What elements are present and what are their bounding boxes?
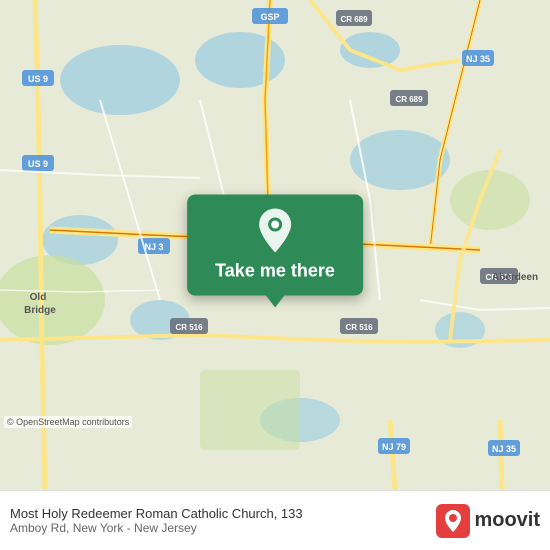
svg-text:GSP: GSP xyxy=(260,12,279,22)
bottom-text: Most Holy Redeemer Roman Catholic Church… xyxy=(10,506,303,535)
svg-text:US 9: US 9 xyxy=(28,159,48,169)
take-me-there-overlay[interactable]: Take me there xyxy=(187,195,363,296)
svg-text:CR 689: CR 689 xyxy=(340,15,368,24)
church-name: Most Holy Redeemer Roman Catholic Church… xyxy=(10,506,303,521)
take-me-there-button[interactable]: Take me there xyxy=(187,195,363,296)
svg-text:CR 689: CR 689 xyxy=(395,95,423,104)
svg-text:Bridge: Bridge xyxy=(24,305,56,316)
bottom-info-bar: Most Holy Redeemer Roman Catholic Church… xyxy=(0,490,550,550)
svg-text:NJ 3: NJ 3 xyxy=(144,242,163,252)
svg-text:CR 516: CR 516 xyxy=(175,323,203,332)
svg-text:CR 516: CR 516 xyxy=(345,323,373,332)
moovit-text: moovit xyxy=(474,509,540,532)
location-pin-icon xyxy=(257,209,293,253)
moovit-logo: moovit xyxy=(436,504,540,538)
svg-text:Old: Old xyxy=(30,292,47,303)
svg-text:US 9: US 9 xyxy=(28,74,48,84)
svg-text:Aberdeen: Aberdeen xyxy=(492,272,538,283)
map-attribution: © OpenStreetMap contributors xyxy=(4,416,132,428)
svg-text:NJ 79: NJ 79 xyxy=(382,442,406,452)
svg-text:NJ 35: NJ 35 xyxy=(492,444,516,454)
take-me-there-label: Take me there xyxy=(215,261,335,282)
svg-text:NJ 35: NJ 35 xyxy=(466,54,490,64)
moovit-icon xyxy=(436,504,470,538)
church-address: Amboy Rd, New York - New Jersey xyxy=(10,521,303,535)
map-area: GSP NJ 35 CR 689 NJ 3 US 9 US 9 CR 516 C… xyxy=(0,0,550,490)
